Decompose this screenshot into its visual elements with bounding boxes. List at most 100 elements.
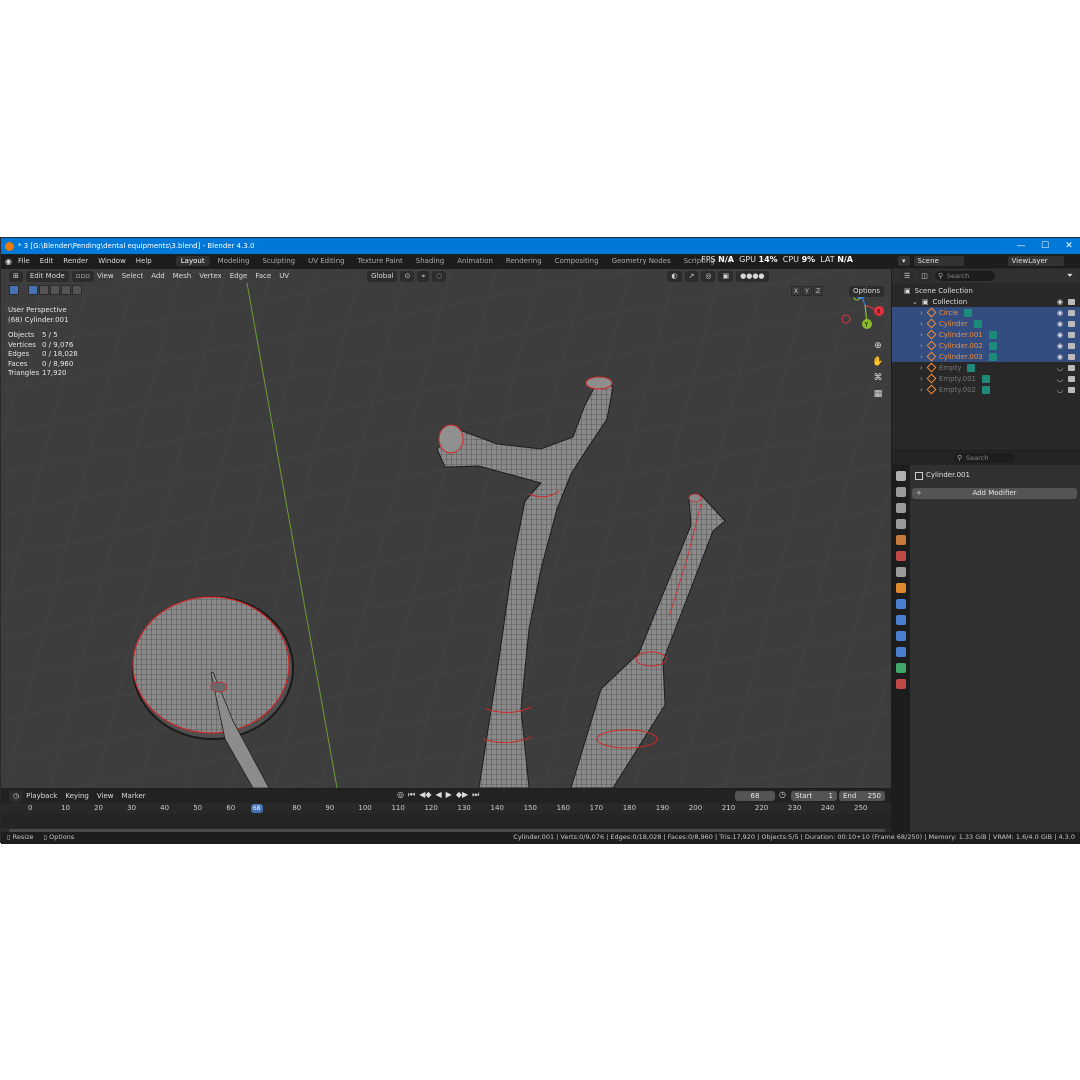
menu-view[interactable]: View: [97, 272, 114, 280]
camera-view-icon[interactable]: ⌘: [871, 371, 885, 385]
tab-texture-paint[interactable]: Texture Paint: [353, 256, 408, 266]
mirror-z-toggle[interactable]: Z: [813, 286, 823, 296]
menu-select[interactable]: Select: [122, 272, 144, 280]
menu-help[interactable]: Help: [136, 257, 152, 265]
new-selection-icon[interactable]: [28, 285, 38, 295]
scene-tab-icon[interactable]: [896, 535, 906, 545]
scene-field[interactable]: Scene: [913, 256, 964, 266]
camera-icon[interactable]: [1068, 353, 1075, 360]
menu-playback[interactable]: Playback: [26, 792, 57, 800]
play-icon[interactable]: ▶: [446, 790, 452, 800]
xray-icon[interactable]: ▣: [718, 270, 734, 282]
eye-closed-icon[interactable]: ◡: [1057, 375, 1063, 383]
timeline-track[interactable]: [1, 814, 891, 828]
gizmo-toggle-icon[interactable]: ↗: [684, 270, 699, 282]
physics-tab-icon[interactable]: [896, 631, 906, 641]
snap-icon[interactable]: ⌖: [417, 270, 430, 282]
record-icon[interactable]: ◎: [397, 790, 404, 800]
expand-arrow-icon[interactable]: ›: [920, 342, 923, 350]
outliner-object-row[interactable]: › Empty.001 ◡: [892, 373, 1080, 384]
3d-viewport[interactable]: X Y Z ⊞ Edit Mode ▫▫▫ View Select Add Me…: [1, 269, 891, 788]
outliner-search-input[interactable]: Search: [934, 271, 995, 281]
close-button[interactable]: ✕: [1057, 238, 1080, 254]
intersect-selection-icon[interactable]: [72, 285, 82, 295]
invert-selection-icon[interactable]: [61, 285, 71, 295]
modifier-tab-icon[interactable]: [896, 599, 906, 609]
prev-keyframe-icon[interactable]: ◀◆: [419, 790, 431, 800]
tab-layout[interactable]: Layout: [175, 256, 210, 266]
expand-arrow-icon[interactable]: ›: [920, 353, 923, 361]
menu-file[interactable]: File: [18, 257, 30, 265]
mode-dropdown[interactable]: Edit Mode: [25, 270, 69, 282]
pan-hand-icon[interactable]: ✋: [871, 355, 885, 369]
expand-arrow-icon[interactable]: ›: [920, 309, 923, 317]
eye-closed-icon[interactable]: ◡: [1057, 364, 1063, 372]
camera-icon[interactable]: [1068, 375, 1075, 382]
scene-icon[interactable]: ▾: [898, 256, 910, 266]
tab-rendering[interactable]: Rendering: [501, 256, 547, 266]
view-layer-tab-icon[interactable]: [896, 519, 906, 529]
outliner-object-row[interactable]: › Circle ◉: [892, 307, 1080, 318]
display-mode-icon[interactable]: ◫: [917, 270, 932, 282]
scene-collection-row[interactable]: ▣ Scene Collection: [892, 285, 1080, 296]
expand-arrow-icon[interactable]: ›: [920, 331, 923, 339]
current-frame-field[interactable]: 68: [735, 791, 775, 801]
tool-tab-icon[interactable]: [896, 471, 906, 481]
mirror-x-toggle[interactable]: X: [791, 286, 801, 296]
current-frame-indicator[interactable]: 68: [250, 804, 263, 813]
outliner-object-row[interactable]: › Cylinder.003 ◉: [892, 351, 1080, 362]
particles-tab-icon[interactable]: [896, 615, 906, 625]
frame-ruler[interactable]: 0 10 20 30 40 50 60 80 90 100 110 120 130 140 150 160 17…: [1, 803, 891, 814]
start-frame-field[interactable]: Start 1: [791, 791, 837, 801]
outliner-object-row[interactable]: › Cylinder ◉: [892, 318, 1080, 329]
next-keyframe-icon[interactable]: ◆▶: [456, 790, 468, 800]
viewlayer-field[interactable]: ViewLayer: [1007, 256, 1064, 266]
camera-icon[interactable]: [1068, 386, 1075, 393]
tab-uv-editing[interactable]: UV Editing: [303, 256, 350, 266]
menu-edit[interactable]: Edit: [40, 257, 54, 265]
timeline-editor-type-icon[interactable]: ◷: [9, 790, 24, 802]
outliner-object-row[interactable]: › Empty ◡: [892, 362, 1080, 373]
mirror-y-toggle[interactable]: Y: [802, 286, 812, 296]
menu-timeline-view[interactable]: View: [97, 792, 114, 800]
maximize-button[interactable]: ☐: [1033, 238, 1057, 254]
subtract-selection-icon[interactable]: [50, 285, 60, 295]
camera-icon[interactable]: [1068, 331, 1075, 338]
menu-render[interactable]: Render: [63, 257, 88, 265]
eye-closed-icon[interactable]: ◡: [1057, 386, 1063, 394]
output-tab-icon[interactable]: [896, 503, 906, 513]
menu-vertex[interactable]: Vertex: [199, 272, 222, 280]
ortho-grid-icon[interactable]: ▦: [871, 387, 885, 401]
expand-arrow-icon[interactable]: ›: [920, 364, 923, 372]
blender-menu-icon[interactable]: ◉: [5, 257, 12, 266]
menu-mesh[interactable]: Mesh: [173, 272, 191, 280]
data-tab-icon[interactable]: [896, 663, 906, 673]
pivot-icon[interactable]: ⊙: [400, 270, 415, 282]
menu-keying[interactable]: Keying: [65, 792, 89, 800]
world-tab-icon[interactable]: [896, 551, 906, 561]
tab-compositing[interactable]: Compositing: [550, 256, 604, 266]
zoom-icon[interactable]: ⊕: [871, 339, 885, 353]
menu-marker[interactable]: Marker: [121, 792, 145, 800]
camera-icon[interactable]: [1068, 364, 1075, 371]
menu-edge[interactable]: Edge: [230, 272, 248, 280]
eye-icon[interactable]: ◉: [1057, 298, 1063, 306]
expand-arrow-icon[interactable]: ›: [920, 320, 923, 328]
options-dropdown[interactable]: Options: [849, 286, 885, 297]
menu-face[interactable]: Face: [255, 272, 271, 280]
select-mode-buttons[interactable]: ▫▫▫: [71, 270, 94, 282]
constraints-tab-icon[interactable]: [896, 647, 906, 657]
extend-selection-icon[interactable]: [39, 285, 49, 295]
object-tab-icon[interactable]: [896, 583, 906, 593]
render-tab-icon[interactable]: [896, 487, 906, 497]
editor-type-button[interactable]: ⊞: [9, 270, 23, 282]
overlays-icon[interactable]: ◎: [701, 270, 716, 282]
minimize-button[interactable]: —: [1009, 238, 1033, 254]
add-modifier-button[interactable]: Add Modifier: [912, 488, 1077, 499]
viewport-scene[interactable]: X Y Z: [1, 269, 891, 788]
collection-row[interactable]: ⌄ ▣ Collection ◉: [892, 296, 1080, 307]
tab-sculpting[interactable]: Sculpting: [257, 256, 300, 266]
camera-icon[interactable]: [1068, 298, 1075, 305]
jump-end-icon[interactable]: ⏭: [472, 790, 479, 800]
collection-tab-icon[interactable]: [896, 567, 906, 577]
